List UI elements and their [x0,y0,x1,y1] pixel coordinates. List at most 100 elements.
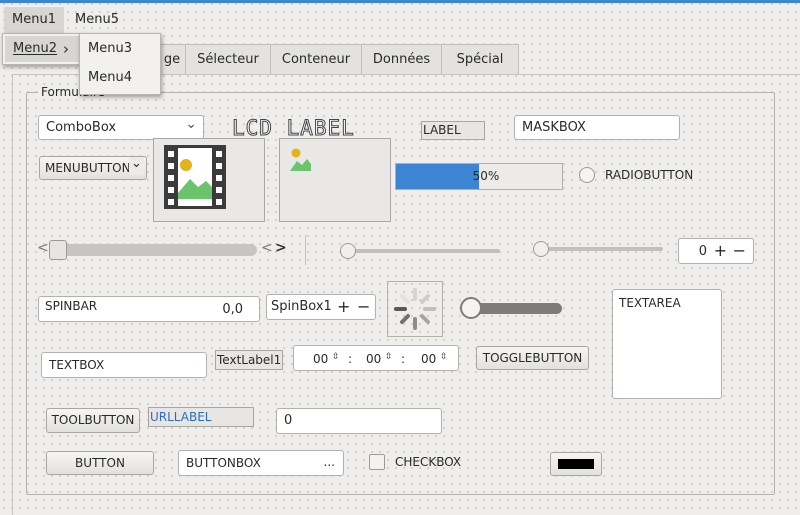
time-separator: : [401,352,406,366]
radiobutton-label: RADIOBUTTON [605,168,694,182]
progressbar: 50% [395,163,563,190]
hours-spin-icon[interactable]: ⇳ [332,345,340,369]
tab-label: Données [372,52,431,67]
scrollbar[interactable]: < < > [37,240,287,260]
separator [305,235,306,265]
ellipsis-button[interactable]: ... [324,450,335,474]
spinbox1[interactable]: SpinBox1 + − [266,294,376,320]
textbox[interactable]: TEXTBOX [41,352,207,378]
maskbox-value: MASKBOX [522,120,586,135]
spinner-icon [394,288,436,330]
slider-track [344,249,500,253]
combobox-value: ComboBox [46,120,117,135]
menu-item-menu4[interactable]: Menu4 [80,65,160,91]
valuebox[interactable]: 0 [276,408,442,434]
label-text: LABEL [423,123,461,137]
slider-2[interactable] [533,240,665,258]
spinbox1-value: SpinBox1 [271,299,332,314]
togglebutton[interactable]: TOGGLEBUTTON [476,346,589,370]
spinbar-value: 0,0 [222,302,243,317]
label: LABEL [421,121,485,140]
menu-item-menu3[interactable]: Menu3 [80,36,160,62]
menu-item-label: Menu2 [13,41,57,56]
seconds-value[interactable]: 00 [421,347,436,371]
textbox-value: TEXTBOX [49,358,105,372]
urllabel-text[interactable]: URLLABEL [150,410,211,424]
menu-menu5[interactable]: Menu5 [67,7,127,33]
spinbox-right[interactable]: 0 + − [678,238,754,264]
chevron-left-icon[interactable]: < [37,240,49,256]
slider-1[interactable] [340,242,502,260]
color-button[interactable] [550,452,602,476]
slider-handle[interactable] [340,243,356,259]
spinbar-label: SPINBAR [45,299,98,313]
menubutton[interactable]: MENUBUTTON ⌄ [39,156,147,180]
spinbar[interactable]: SPINBAR 0,0 [38,296,260,322]
tab-label: Sélecteur [197,52,259,67]
menu-item-menu2[interactable]: Menu2 › [5,36,81,62]
slider-track [537,247,663,251]
tab-conteneur[interactable]: Conteneur [270,44,362,74]
plus-icon[interactable]: + [337,295,350,319]
textlabel-text: TextLabel1 [217,353,282,367]
switch[interactable] [460,296,564,320]
movie-image-icon [164,145,226,209]
checkbox-label: CHECKBOX [395,455,462,469]
slider-handle[interactable] [533,241,549,257]
menu-item-label: Menu3 [88,41,132,56]
tab-donnees[interactable]: Données [361,44,442,74]
scrollbar-track[interactable] [49,244,257,256]
tab-special[interactable]: Spécial [441,44,519,74]
tab-label: Spécial [456,52,504,67]
time-separator: : [348,352,353,366]
image-box [279,138,391,222]
menu-label: Menu5 [75,12,119,27]
minus-icon[interactable]: − [357,295,370,319]
maskbox[interactable]: MASKBOX [514,115,680,140]
toolbutton-label: TOOLBUTTON [51,413,135,427]
chevron-left-icon[interactable]: < [261,240,273,256]
hours-value[interactable]: 00 [313,347,328,371]
togglebutton-label: TOGGLEBUTTON [482,351,583,365]
tab-label: Conteneur [281,52,351,67]
menu-item-label: Menu4 [88,70,132,85]
minus-icon[interactable]: − [733,239,746,263]
movie-box [153,138,265,222]
minutes-value[interactable]: 00 [366,347,381,371]
chevron-down-icon: ⌄ [185,116,197,132]
toolbutton[interactable]: TOOLBUTTON [46,408,140,433]
chevron-right-icon[interactable]: > [275,240,287,256]
menu-label: Menu1 [12,12,56,27]
color-swatch [558,459,594,469]
buttonbox-value: BUTTONBOX [186,456,261,470]
chevron-down-icon: ⌄ [129,157,144,175]
scrollbar-thumb[interactable] [49,240,67,260]
tab-selecteur[interactable]: Sélecteur [185,44,271,74]
menubutton-label: MENUBUTTON [45,161,131,175]
menu-menu1[interactable]: Menu1 [4,7,64,33]
textarea[interactable]: TEXTAREA [612,289,722,399]
menubar: Menu1 Menu5 [0,3,800,33]
seconds-spin-icon[interactable]: ⇳ [440,345,448,369]
switch-knob[interactable] [460,297,482,319]
checkbox[interactable]: CHECKBOX [369,454,469,472]
button[interactable]: BUTTON [46,451,154,475]
menu1-popup: Menu2 › [2,33,84,65]
radio-circle-icon [579,167,595,183]
lcd-label-text: LCD LABEL [232,116,355,141]
buttonbox[interactable]: BUTTONBOX ... [178,450,344,476]
submenu-arrow-icon: › [63,40,69,58]
spinner [387,281,443,337]
lcd-label: LCD LABEL [232,116,355,141]
radiobutton[interactable]: RADIOBUTTON [579,167,709,185]
textarea-value: TEXTAREA [619,296,681,310]
menu2-popup: Menu3 Menu4 [79,33,161,95]
combobox[interactable]: ComboBox ⌄ [38,115,204,140]
minutes-spin-icon[interactable]: ⇳ [385,345,393,369]
timebox[interactable]: 00 ⇳ : 00 ⇳ : 00 ⇳ [293,345,459,371]
urllabel[interactable]: URLLABEL [148,407,254,427]
plus-icon[interactable]: + [714,239,727,263]
checkbox-square-icon [369,454,385,470]
progressbar-text: 50% [472,169,500,183]
image-icon [290,148,311,171]
